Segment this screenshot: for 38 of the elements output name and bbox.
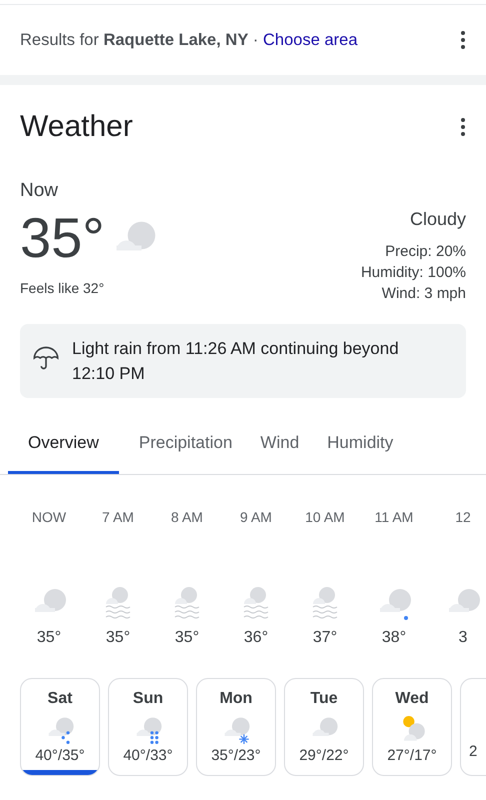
day-card[interactable]: Wed 27°/17° [372, 678, 452, 776]
hour-label: 11 AM [374, 508, 414, 527]
feels-like-text: Feels like 32° [20, 278, 104, 298]
tab[interactable]: Precipitation [138, 418, 232, 474]
hour-label: 12 [455, 508, 471, 527]
tab[interactable]: Wind [260, 418, 300, 474]
hour-temperature: 35° [106, 628, 130, 648]
hour-temperature: 3 [458, 628, 468, 648]
now-label: Now [20, 179, 58, 203]
alert-text: Light rain from 11:26 AM continuing beyond 12:10 PM [72, 338, 400, 384]
umbrella-icon [32, 344, 60, 372]
weather-detail: Precip: 20% [385, 242, 466, 262]
more-icon[interactable] [460, 30, 466, 50]
more-icon[interactable] [460, 117, 466, 137]
day-card[interactable]: Sat 40°/35° [20, 678, 100, 776]
condition-text: Cloudy [410, 208, 466, 231]
hour-temperature: 35° [36, 628, 62, 648]
hour-label: NOW [32, 508, 66, 527]
hour-temperature: 36° [244, 628, 268, 648]
day-card[interactable]: Tue 29°/22° [284, 678, 364, 776]
results-text: Results for Raquette Lake, NY · Choose area [20, 30, 358, 51]
hour-label: 8 AM [171, 508, 203, 527]
weather-detail: Humidity: 100% [360, 262, 466, 282]
choose-area-link[interactable]: Choose area [263, 30, 358, 49]
day-card[interactable]: 2 [460, 678, 486, 776]
hour-temperature: 37° [312, 628, 338, 648]
weather-detail: Wind: 3 mph [382, 284, 466, 304]
hour-label: 10 AM [305, 508, 345, 527]
hour-temperature: 35° [174, 628, 200, 648]
hour-label: 7 AM [102, 508, 134, 527]
tab[interactable]: Overview [8, 418, 119, 474]
hour-temperature: 38° [382, 628, 406, 648]
hour-label: 9 AM [240, 508, 272, 527]
current-temperature: 35° [20, 206, 105, 270]
day-card[interactable]: Sun 40°/33° [108, 678, 188, 776]
tab[interactable]: Humidity [327, 418, 394, 474]
weather-title: Weather [20, 109, 133, 145]
day-card[interactable]: Mon 35°/23° [196, 678, 276, 776]
